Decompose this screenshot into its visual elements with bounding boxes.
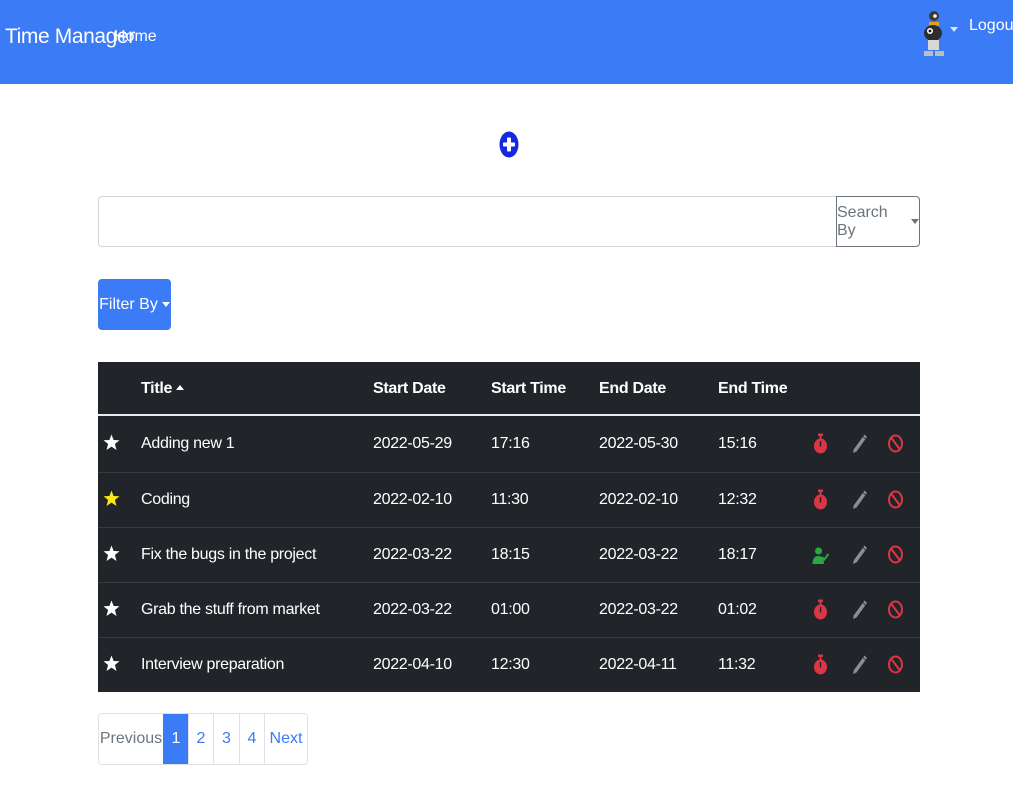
- navbar: Time Manager Home Logout: [0, 0, 1013, 84]
- header-start-time[interactable]: Start Time: [491, 380, 566, 398]
- pagination-page-2[interactable]: 2: [188, 714, 213, 764]
- search-by-dropdown[interactable]: Search By: [836, 196, 920, 247]
- filter-by-button[interactable]: Filter By: [98, 279, 171, 330]
- ban-icon[interactable]: [887, 654, 904, 675]
- tasks-table: Title Start Date Start Time End Date End…: [98, 362, 920, 692]
- ban-icon[interactable]: [887, 599, 904, 620]
- cell-end-time: 15:16: [718, 435, 757, 452]
- cell-start-time: 11:30: [491, 491, 529, 508]
- cell-end-time: 12:32: [718, 491, 757, 508]
- header-end-time[interactable]: End Time: [718, 380, 788, 398]
- cell-start-time: 17:16: [491, 435, 530, 452]
- cell-end-time: 18:17: [718, 546, 757, 563]
- star-icon[interactable]: [103, 434, 120, 451]
- cell-end-date: 2022-02-10: [599, 491, 678, 508]
- caret-down-icon: [911, 219, 919, 224]
- stopwatch-icon[interactable]: [812, 433, 829, 454]
- pagination-next[interactable]: Next: [264, 714, 307, 764]
- cell-title: Interview preparation: [141, 656, 285, 673]
- stopwatch-icon[interactable]: [812, 489, 829, 510]
- pagination-previous[interactable]: Previous: [99, 714, 163, 764]
- cell-start-date: 2022-04-10: [373, 656, 452, 673]
- cell-start-time: 01:00: [491, 601, 530, 618]
- table-row: Adding new 1 2022-05-29 17:16 2022-05-30 15:…: [98, 417, 920, 472]
- star-filled-icon[interactable]: [103, 490, 120, 507]
- pencil-icon[interactable]: [851, 544, 868, 565]
- pencil-icon[interactable]: [851, 654, 868, 675]
- sort-asc-icon: [176, 385, 185, 390]
- cell-start-time: 18:15: [491, 546, 530, 563]
- search-by-label: Search By: [837, 203, 888, 239]
- cell-start-date: 2022-02-10: [373, 491, 452, 508]
- cell-title: Coding: [141, 491, 190, 508]
- filter-by-label: Filter By: [99, 295, 158, 313]
- cell-title: Fix the bugs in the project: [141, 546, 317, 563]
- pencil-icon[interactable]: [851, 433, 868, 454]
- avatar-dropdown-caret[interactable]: [950, 27, 958, 32]
- user-check-icon[interactable]: [812, 544, 829, 565]
- cell-end-time: 01:02: [718, 601, 757, 618]
- pagination-page-1[interactable]: 1: [163, 714, 188, 764]
- header-title[interactable]: Title: [141, 380, 185, 398]
- search-input[interactable]: [98, 196, 838, 247]
- cell-title: Grab the stuff from market: [141, 601, 320, 618]
- cell-start-time: 12:30: [491, 656, 530, 673]
- pencil-icon[interactable]: [851, 599, 868, 620]
- table-row: Interview preparation 2022-04-10 12:30 2022…: [98, 637, 920, 692]
- ban-icon[interactable]: [887, 489, 904, 510]
- table-row: Coding 2022-02-10 11:30 2022-02-10 12:32: [98, 472, 920, 527]
- logout-link[interactable]: Logout: [969, 17, 1013, 35]
- cell-start-date: 2022-05-29: [373, 435, 452, 452]
- table-row: Grab the stuff from market 2022-03-22 01:0…: [98, 582, 920, 637]
- star-icon[interactable]: [103, 600, 120, 617]
- cell-end-date: 2022-03-22: [599, 546, 678, 563]
- cell-end-date: 2022-03-22: [599, 601, 678, 618]
- star-icon[interactable]: [103, 545, 120, 562]
- pagination: Previous 1 2 3 4 Next: [98, 713, 308, 765]
- robot-avatar-icon[interactable]: [918, 8, 948, 64]
- table-row: Fix the bugs in the project 2022-03-22 18:…: [98, 527, 920, 582]
- header-start-date[interactable]: Start Date: [373, 380, 446, 398]
- cell-title: Adding new 1: [141, 435, 235, 452]
- pencil-icon[interactable]: [851, 489, 868, 510]
- cell-end-time: 11:32: [718, 656, 756, 673]
- pagination-page-4[interactable]: 4: [239, 714, 264, 764]
- cell-end-date: 2022-04-11: [599, 656, 677, 673]
- plus-circle-icon[interactable]: [499, 131, 519, 158]
- nav-home-link[interactable]: Home: [114, 28, 157, 46]
- stopwatch-icon[interactable]: [812, 654, 829, 675]
- stopwatch-icon[interactable]: [812, 599, 829, 620]
- ban-icon[interactable]: [887, 433, 904, 454]
- search-group: Search By: [98, 196, 920, 247]
- pagination-page-3[interactable]: 3: [213, 714, 239, 764]
- header-end-date[interactable]: End Date: [599, 380, 666, 398]
- cell-end-date: 2022-05-30: [599, 435, 678, 452]
- ban-icon[interactable]: [887, 544, 904, 565]
- star-icon[interactable]: [103, 655, 120, 672]
- caret-down-icon: [161, 302, 170, 307]
- table-header: Title Start Date Start Time End Date End…: [98, 362, 920, 416]
- cell-start-date: 2022-03-22: [373, 601, 452, 618]
- cell-start-date: 2022-03-22: [373, 546, 452, 563]
